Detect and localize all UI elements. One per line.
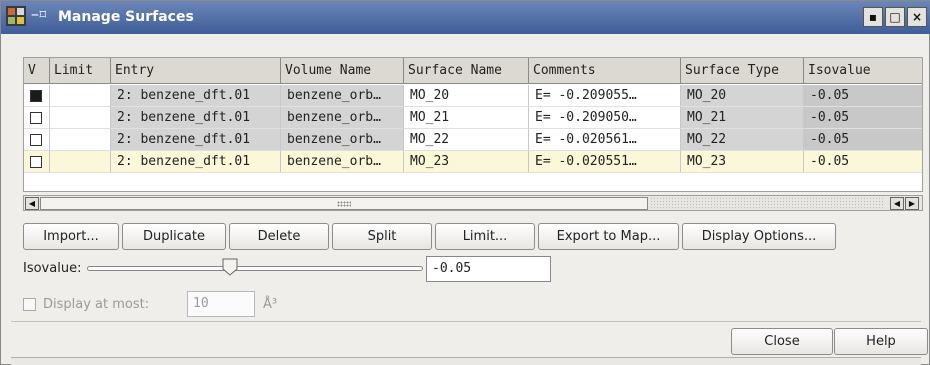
maximize-button[interactable]: □: [885, 7, 905, 27]
chimera-app-icon: [6, 6, 26, 26]
isovalue-cell[interactable]: -0.05: [804, 129, 922, 151]
table-header: V Limit Entry Volume Name Surface Name C…: [24, 58, 922, 84]
scroll-left-button-alt[interactable]: ◀: [890, 197, 904, 210]
entry-cell[interactable]: 2: benzene_dft.01: [111, 85, 281, 107]
isovalue-label: Isovalue:: [23, 261, 82, 276]
table-row[interactable]: 2: benzene_dft.01 benzene_orb… MO_23 E= …: [24, 151, 922, 173]
delete-button[interactable]: Delete: [229, 223, 329, 250]
volume-name-cell[interactable]: benzene_orb…: [281, 85, 404, 107]
duplicate-button[interactable]: Duplicate: [122, 223, 226, 250]
surfaces-table: V Limit Entry Volume Name Surface Name C…: [23, 57, 923, 192]
comments-cell[interactable]: E= -0.020561…: [529, 129, 681, 151]
volume-name-cell[interactable]: benzene_orb…: [281, 129, 404, 151]
column-header-limit[interactable]: Limit: [50, 58, 111, 84]
table-row[interactable]: 2: benzene_dft.01 benzene_orb… MO_21 E= …: [24, 107, 922, 129]
comments-cell[interactable]: E= -0.209055…: [529, 85, 681, 107]
surface-name-cell[interactable]: MO_23: [404, 151, 529, 173]
surface-type-cell[interactable]: MO_23: [681, 151, 804, 173]
visible-cell[interactable]: [24, 85, 50, 107]
visible-checkbox[interactable]: [30, 134, 42, 146]
column-header-surface-name[interactable]: Surface Name: [404, 58, 529, 84]
scroll-right-button[interactable]: ▶: [905, 197, 919, 210]
title-bar[interactable]: −⌑ Manage Surfaces ▪ □ ×: [1, 1, 930, 34]
horizontal-scrollbar[interactable]: ◀ ◀ ▶: [23, 195, 923, 211]
scroll-left-button[interactable]: ◀: [25, 197, 39, 210]
surface-name-cell[interactable]: MO_22: [404, 129, 529, 151]
surface-name-cell[interactable]: MO_21: [404, 107, 529, 129]
comments-cell[interactable]: E= -0.020551…: [529, 151, 681, 173]
surface-name-cell[interactable]: MO_20: [404, 85, 529, 107]
help-button[interactable]: Help: [834, 328, 928, 355]
column-header-isovalue[interactable]: Isovalue: [804, 58, 922, 84]
isovalue-cell[interactable]: -0.05: [804, 85, 922, 107]
visible-checkbox[interactable]: [30, 112, 42, 124]
entry-cell[interactable]: 2: benzene_dft.01: [111, 151, 281, 173]
column-header-comments[interactable]: Comments: [529, 58, 681, 84]
visible-cell[interactable]: [24, 129, 50, 151]
visible-checkbox[interactable]: [30, 90, 42, 102]
close-icon: ×: [911, 10, 923, 24]
surface-type-cell[interactable]: MO_21: [681, 107, 804, 129]
split-button[interactable]: Split: [332, 223, 432, 250]
isovalue-slider[interactable]: [87, 266, 423, 271]
limit-button[interactable]: Limit...: [435, 223, 535, 250]
comments-cell[interactable]: E= -0.209050…: [529, 107, 681, 129]
column-header-v[interactable]: V: [24, 58, 50, 84]
left-arrow-icon: ◀: [28, 199, 36, 208]
entry-cell[interactable]: 2: benzene_dft.01: [111, 129, 281, 151]
limit-cell[interactable]: [50, 151, 111, 173]
scrollbar-thumb[interactable]: [40, 197, 648, 210]
export-to-map-button[interactable]: Export to Map...: [538, 223, 679, 250]
slider-handle[interactable]: [222, 258, 238, 276]
right-arrow-icon: ▶: [908, 199, 916, 208]
volume-unit-label: Å³: [263, 297, 278, 312]
visible-cell[interactable]: [24, 107, 50, 129]
volume-name-cell[interactable]: benzene_orb…: [281, 151, 404, 173]
display-at-most-checkbox[interactable]: [23, 298, 36, 311]
display-at-most-label: Display at most:: [43, 297, 150, 312]
visible-cell[interactable]: [24, 151, 50, 173]
isovalue-cell[interactable]: -0.05: [804, 107, 922, 129]
import-button[interactable]: Import...: [23, 223, 119, 250]
surface-type-cell[interactable]: MO_22: [681, 129, 804, 151]
status-bar: [11, 357, 921, 365]
grip-icon: [337, 201, 351, 207]
limit-cell[interactable]: [50, 129, 111, 151]
separator: [11, 321, 921, 322]
column-header-surface-type[interactable]: Surface Type: [681, 58, 804, 84]
scrollbar-track[interactable]: [650, 197, 884, 210]
left-arrow-icon: ◀: [893, 199, 901, 208]
table-row[interactable]: 2: benzene_dft.01 benzene_orb… MO_20 E= …: [24, 85, 922, 107]
column-header-entry[interactable]: Entry: [111, 58, 281, 84]
display-options-button[interactable]: Display Options...: [682, 223, 836, 250]
entry-cell[interactable]: 2: benzene_dft.01: [111, 107, 281, 129]
limit-cell[interactable]: [50, 85, 111, 107]
pin-icon[interactable]: −⌑: [31, 8, 47, 23]
isovalue-cell[interactable]: -0.05: [804, 151, 922, 173]
display-at-most-field[interactable]: 10: [187, 291, 255, 317]
table-row[interactable]: 2: benzene_dft.01 benzene_orb… MO_22 E= …: [24, 129, 922, 151]
column-header-volume-name[interactable]: Volume Name: [281, 58, 404, 84]
surface-type-cell[interactable]: MO_20: [681, 85, 804, 107]
close-window-button[interactable]: ×: [907, 7, 927, 27]
volume-name-cell[interactable]: benzene_orb…: [281, 107, 404, 129]
visible-checkbox[interactable]: [30, 156, 42, 168]
close-button[interactable]: Close: [731, 328, 833, 355]
limit-cell[interactable]: [50, 107, 111, 129]
maximize-icon: □: [889, 10, 901, 24]
window-title: Manage Surfaces: [58, 9, 194, 25]
manage-surfaces-dialog: −⌑ Manage Surfaces ▪ □ × V Limit Entry V…: [0, 0, 930, 365]
isovalue-field[interactable]: -0.05: [426, 256, 551, 282]
minimize-button[interactable]: ▪: [863, 7, 883, 27]
minimize-icon: ▪: [868, 10, 878, 24]
